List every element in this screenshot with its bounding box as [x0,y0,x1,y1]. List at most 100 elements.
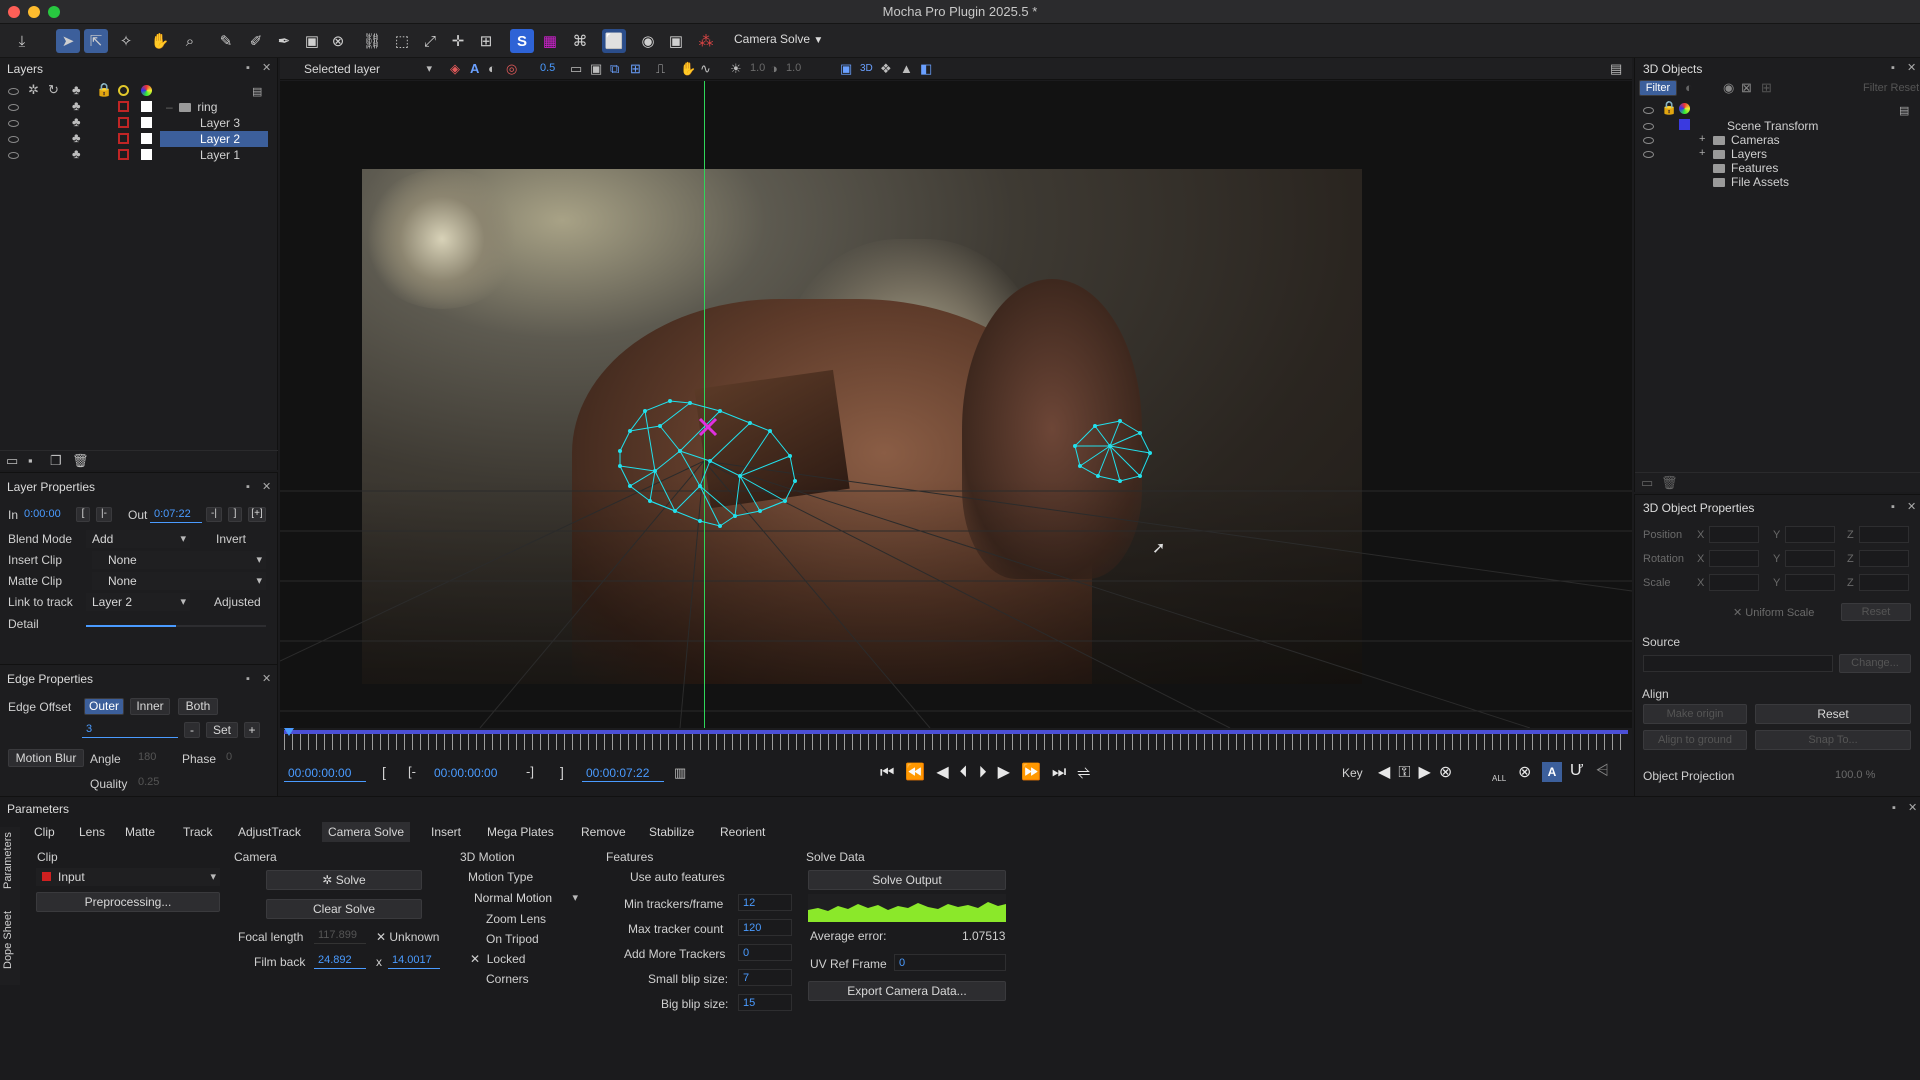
unknown-checkbox[interactable]: ✕ Unknown [376,930,439,944]
zoom-window-button[interactable] [48,6,60,18]
autokey-button[interactable]: A [1542,762,1562,782]
panel-close-icon[interactable]: ✕ [262,672,271,685]
export-icon[interactable]: ⤓ [10,29,34,53]
add-key-icon[interactable]: ⚿ [1398,764,1418,781]
panel-close-icon[interactable]: ✕ [1907,500,1916,513]
scale-y-field[interactable] [1785,574,1835,591]
clear-solve-button[interactable]: Clear Solve [266,899,422,919]
snap-to-button[interactable]: Snap To... [1755,730,1911,750]
new-layer-icon[interactable]: ▪ [28,453,33,469]
panel-close-icon[interactable]: ✕ [1908,801,1917,814]
trace-icon[interactable]: ⎍ [656,61,665,77]
matte-view-icon[interactable]: ◐ [488,61,496,77]
play-icon[interactable]: ⏵ [979,764,998,781]
panel-float-icon[interactable]: ▪ [246,62,250,74]
curve-icon[interactable]: ∿ [700,61,711,77]
image-view-icon[interactable]: ▲ [900,61,913,77]
circle-tool-icon[interactable]: ⊗ [326,29,350,53]
clip-input-dropdown[interactable]: Input [36,868,220,886]
layer-2-color-swatch[interactable] [118,133,129,144]
panel-close-icon[interactable]: ✕ [262,61,271,74]
motion-type-dropdown[interactable]: Normal Motion [466,889,582,907]
splines-icon[interactable]: ▣ [590,61,602,77]
scale-tool-icon[interactable]: ⤢ [418,29,442,53]
object-projection-value[interactable]: 100.0 % [1835,769,1875,781]
layer-outline-icon[interactable]: ▭ [570,61,582,77]
layer-row-layer-2[interactable]: Layer 2 [160,131,268,147]
tab-adjusttrack[interactable]: AdjustTrack [232,822,307,842]
layer-1-visibility-icon[interactable] [8,152,19,159]
filter-camera-icon[interactable]: ⊠ [1741,80,1752,96]
position-z-field[interactable] [1859,526,1909,543]
bezier-tool-icon[interactable]: ✐ [244,29,268,53]
expand-icon[interactable]: + [1699,147,1705,159]
step-forward-icon[interactable]: ▶ [998,764,1021,781]
color-column-icon[interactable] [118,85,129,96]
tab-lens[interactable]: Lens [73,822,111,842]
use-auto-features-checkbox[interactable]: Use auto features [630,870,725,884]
group-matte-swatch[interactable] [141,101,152,112]
overlay-opacity[interactable]: 0.5 [540,62,555,74]
cache-icon[interactable]: ▥ [674,765,686,781]
cube-view-icon[interactable]: ❖ [880,61,892,77]
in-field[interactable]: 0:00:00 [20,506,68,523]
tree-scene-transform[interactable]: Scene Transform [1727,119,1818,133]
alpha-icon[interactable]: A [470,61,479,77]
panel-close-icon[interactable]: ✕ [262,480,271,493]
next-keyframe-icon[interactable]: ⏩ [1021,764,1052,781]
set-in-point-button[interactable]: [ [382,764,386,780]
layer-2-visibility-icon[interactable] [8,136,19,143]
compare-view-icon[interactable]: ◧ [920,61,932,77]
side-tab-dope-sheet[interactable]: Dope Sheet [2,905,14,969]
layer-row-layer-3[interactable]: Layer 3 [160,115,268,131]
motion-blur-button[interactable]: Motion Blur [8,749,84,767]
camera-icon[interactable]: ▣ [664,29,688,53]
group-visibility-icon[interactable] [8,104,19,111]
change-source-button[interactable]: Change... [1839,654,1911,673]
inner-button[interactable]: Inner [130,698,170,715]
layer-group-ring[interactable]: – ring [166,100,217,114]
focal-length-field[interactable]: 117.899 [314,927,366,944]
layer-3-matte-swatch[interactable] [141,117,152,128]
rotation-z-field[interactable] [1859,550,1909,567]
transform-reset-button[interactable]: Reset [1841,603,1911,621]
edge-offset-field[interactable]: 3 [82,721,178,738]
layer-1-track-icon[interactable]: ♣ [72,146,81,162]
filter-option-icon[interactable]: ◐ [1685,80,1693,96]
magenta-grid-icon[interactable]: ▦ [538,29,562,53]
lock-column-icon[interactable]: 🔒 [1661,100,1677,116]
matte-column-icon[interactable] [141,85,152,96]
brightness-icon[interactable]: ☀ [730,61,742,77]
panel-float-icon[interactable]: ▪ [1891,62,1895,74]
group-color-swatch[interactable] [118,101,129,112]
both-button[interactable]: Both [178,698,218,715]
tab-matte[interactable]: Matte [119,822,161,842]
track-backwards-icon[interactable]: ⏮ [880,764,905,781]
max-tracker-field[interactable]: 120 [738,919,792,936]
hand-tool-icon[interactable]: ✋ [148,29,172,53]
timeline-ruler[interactable] [284,734,1628,750]
grid-view-icon[interactable]: ⊞ [630,61,641,77]
export-camera-data-button[interactable]: Export Camera Data... [808,981,1006,1001]
tree-file-assets[interactable]: File Assets [1713,175,1789,189]
xspline-tool-icon[interactable]: ✎ [214,29,238,53]
play-backwards-icon[interactable]: ⏴ [960,764,979,781]
insert-clip-dropdown[interactable]: None [92,551,266,569]
film-back-height-field[interactable]: 14.0017 [388,952,440,969]
brightness-value[interactable]: 1.0 [750,62,765,74]
settings-column-icon[interactable]: ✲ [28,82,39,98]
edge-set-button[interactable]: Set [206,722,238,738]
matte-clip-dropdown[interactable]: None [92,572,266,590]
panel-float-icon[interactable]: ▪ [246,673,250,685]
side-tab-parameters[interactable]: Parameters [2,825,14,889]
layer-3-track-icon[interactable]: ♣ [72,114,81,130]
tab-stabilize[interactable]: Stabilize [643,822,700,842]
outer-button[interactable]: Outer [84,698,124,715]
undo-key-icon[interactable]: Ư [1570,762,1584,780]
next-key-icon[interactable]: ▶ [1419,764,1439,781]
layer-1-color-swatch[interactable] [118,149,129,160]
surface-tool-icon[interactable]: S [510,29,534,53]
previous-keyframe-icon[interactable]: ⏪ [905,764,936,781]
tab-remove[interactable]: Remove [575,822,632,842]
visibility-column-icon[interactable] [8,88,19,95]
